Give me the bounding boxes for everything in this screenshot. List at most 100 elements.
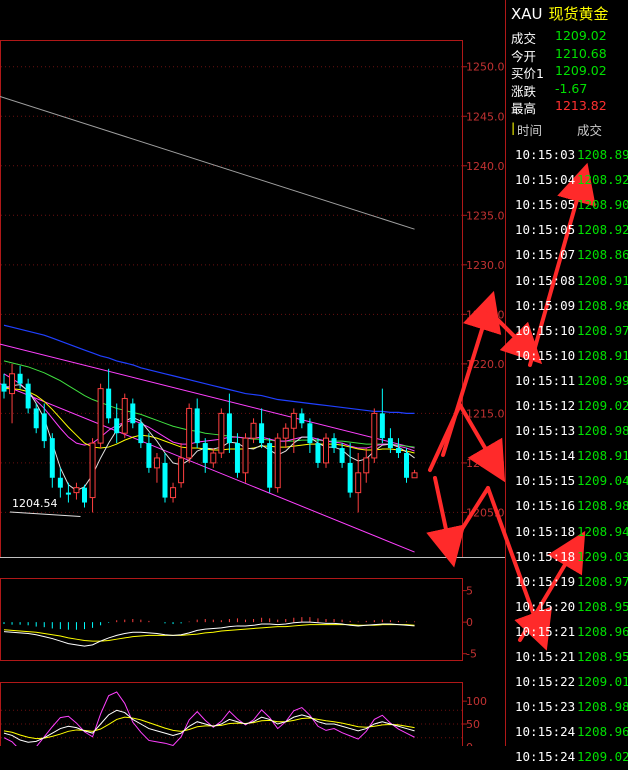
candle-body — [234, 443, 240, 473]
trade-row: 10:15:07 1208.86 — [507, 243, 628, 268]
candle-body — [153, 457, 160, 469]
trade-row: 10:15:13 1208.98 — [507, 419, 628, 444]
trade-price: 1208.95 — [577, 598, 628, 614]
arrow-up-1 — [441, 290, 502, 457]
candle-body — [130, 403, 136, 424]
trade-price: 1208.89 — [577, 147, 628, 162]
symbol-code: XAU — [511, 4, 543, 23]
macd-dea-line — [3, 624, 415, 642]
candle-body — [170, 487, 177, 499]
candle-body — [395, 448, 401, 454]
ma-yellow-line — [4, 388, 415, 454]
trade-row: 10:15:21 1208.96 — [507, 620, 628, 645]
trade-row: 10:15:23 1208.98 — [507, 695, 628, 720]
trade-price: 1208.98 — [577, 423, 628, 439]
candle-body — [371, 412, 378, 459]
candle-body — [218, 412, 225, 454]
trade-row: 10:15:03 1208.89 — [507, 143, 628, 168]
candle-body — [114, 418, 120, 434]
candle-body — [162, 462, 168, 498]
quote-value: 1210.68 — [555, 46, 607, 61]
quote-row: 最高 1213.82 — [511, 98, 623, 116]
quote-row: 买价1 1209.02 — [511, 63, 623, 81]
trade-price: 1208.86 — [577, 247, 628, 263]
trades-header-price: 成交 — [577, 123, 603, 138]
trade-row: 10:15:10 1208.91 — [507, 344, 628, 369]
kdj-d-line — [3, 716, 415, 740]
trade-time: 10:15:05 — [515, 197, 576, 213]
trade-time: 10:15:18 — [515, 523, 576, 539]
quote-label: 今开 — [511, 49, 537, 64]
arrow-down-1 — [426, 476, 466, 568]
candle-body — [259, 423, 265, 444]
quote-label: 买价1 — [511, 66, 544, 81]
quote-value: 1209.02 — [555, 28, 607, 43]
candle-body — [242, 437, 249, 474]
kdj-panel-frame — [0, 682, 463, 746]
low-annotation-label: 1204.54 — [12, 497, 58, 510]
candle-body — [97, 388, 104, 444]
trade-time: 10:15:09 — [515, 297, 576, 313]
price-tick-label: 1240.0 — [466, 160, 505, 173]
price-tick-label: 1235.0 — [466, 209, 505, 222]
trade-price: 1209.03 — [577, 548, 628, 564]
symbol-header: XAU 现货黄金 — [507, 0, 628, 27]
candle-body — [307, 423, 313, 444]
trade-time: 10:15:14 — [515, 448, 576, 464]
trade-row: 10:15:19 1208.97 — [507, 570, 628, 595]
trade-price: 1208.96 — [577, 623, 628, 639]
candle-body — [331, 438, 337, 449]
trade-time: 10:15:03 — [515, 147, 576, 162]
macd-tick-label: 0 — [466, 616, 473, 629]
quote-value: 1213.82 — [555, 98, 607, 113]
candle-body — [9, 373, 16, 395]
candle-body — [49, 438, 55, 478]
trade-time: 10:15:16 — [515, 498, 576, 514]
trade-time: 10:15:18 — [515, 548, 576, 564]
ma-grey-line — [0, 95, 415, 230]
candle-body — [138, 423, 144, 444]
trade-price: 1209.02 — [577, 398, 628, 413]
trade-time: 10:15:12 — [515, 398, 576, 413]
trade-time: 10:15:10 — [515, 347, 576, 363]
candle-body — [274, 437, 281, 489]
quote-label: 成交 — [511, 31, 537, 46]
kdj-tick-label: 50 — [466, 718, 480, 731]
macd-tick-label: -5 — [466, 648, 477, 661]
trade-row: 10:15:21 1208.95 — [507, 645, 628, 670]
trade-row: 10:15:11 1208.99 — [507, 369, 628, 394]
trade-row: 10:15:24 1209.02 — [507, 745, 628, 770]
trade-time: 10:15:21 — [515, 649, 576, 664]
trade-price: 1208.96 — [577, 724, 628, 740]
quote-row: 今开 1210.68 — [511, 46, 623, 64]
trade-row: 10:15:04 1208.92 — [507, 168, 628, 193]
quote-label: 涨跌 — [511, 84, 537, 99]
trade-price: 1208.94 — [577, 523, 628, 539]
trade-price: 1208.95 — [577, 649, 628, 664]
trade-row: 10:15:10 1208.97 — [507, 319, 628, 344]
macd-tick-label: 5 — [466, 585, 473, 598]
arrow-stroke-2 — [428, 403, 462, 472]
candle-body — [89, 442, 96, 499]
trade-price: 1208.99 — [577, 372, 628, 388]
trade-time: 10:15:22 — [515, 674, 576, 690]
quote-row: 涨跌 -1.67 — [511, 81, 623, 99]
candle-body — [339, 448, 345, 463]
quote-row: 成交 1209.02 — [511, 28, 623, 46]
price-tick-label: 1245.0 — [466, 110, 505, 123]
quote-value: 1209.02 — [555, 63, 607, 78]
candle-body — [17, 373, 23, 384]
trade-row: 10:15:20 1208.95 — [507, 595, 628, 620]
trade-time: 10:15:07 — [515, 247, 576, 263]
trade-price: 1208.98 — [577, 297, 628, 313]
trade-price: 1208.91 — [577, 448, 628, 464]
candle-body — [210, 452, 217, 464]
price-tick-label: 1250.0 — [466, 61, 505, 74]
trade-row: 10:15:22 1209.01 — [507, 670, 628, 695]
trade-row: 10:15:14 1208.91 — [507, 444, 628, 469]
candle-body — [404, 453, 409, 478]
trade-price: 1208.98 — [577, 699, 628, 715]
candle-body — [387, 438, 393, 449]
trade-time: 10:15:05 — [515, 222, 576, 238]
candle-body — [411, 472, 418, 479]
